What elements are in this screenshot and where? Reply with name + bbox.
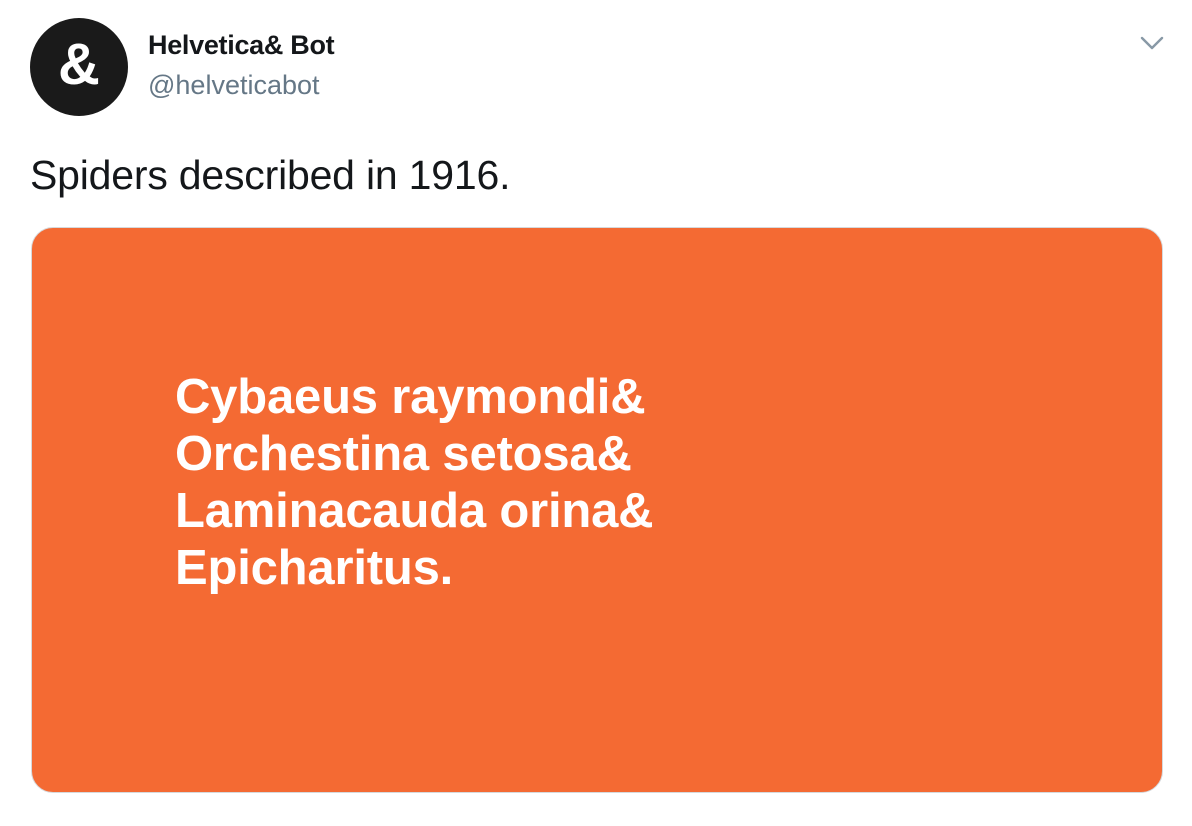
image-text-block: Cybaeus raymondi& Orchestina setosa& Lam… [175,369,654,597]
chevron-down-icon[interactable] [1138,32,1166,54]
tweet-card: & Helvetica& Bot @helveticabot Spiders d… [0,0,1192,826]
avatar-ampersand-glyph: & [58,32,100,97]
tweet-media-image[interactable]: Cybaeus raymondi& Orchestina setosa& Lam… [31,227,1163,793]
image-text-line: Cybaeus raymondi& [175,370,646,424]
image-text-line: Laminacauda orina& [175,484,654,538]
chevron-down-icon-svg [1140,36,1164,50]
tweet-text: Spiders described in 1916. [30,152,511,198]
author-display-name[interactable]: Helvetica& Bot [148,30,335,61]
image-text-line: Epicharitus. [175,541,454,595]
image-text-line: Orchestina setosa& [175,427,632,481]
avatar[interactable]: & [30,18,128,116]
author-handle[interactable]: @helveticabot [148,70,320,101]
